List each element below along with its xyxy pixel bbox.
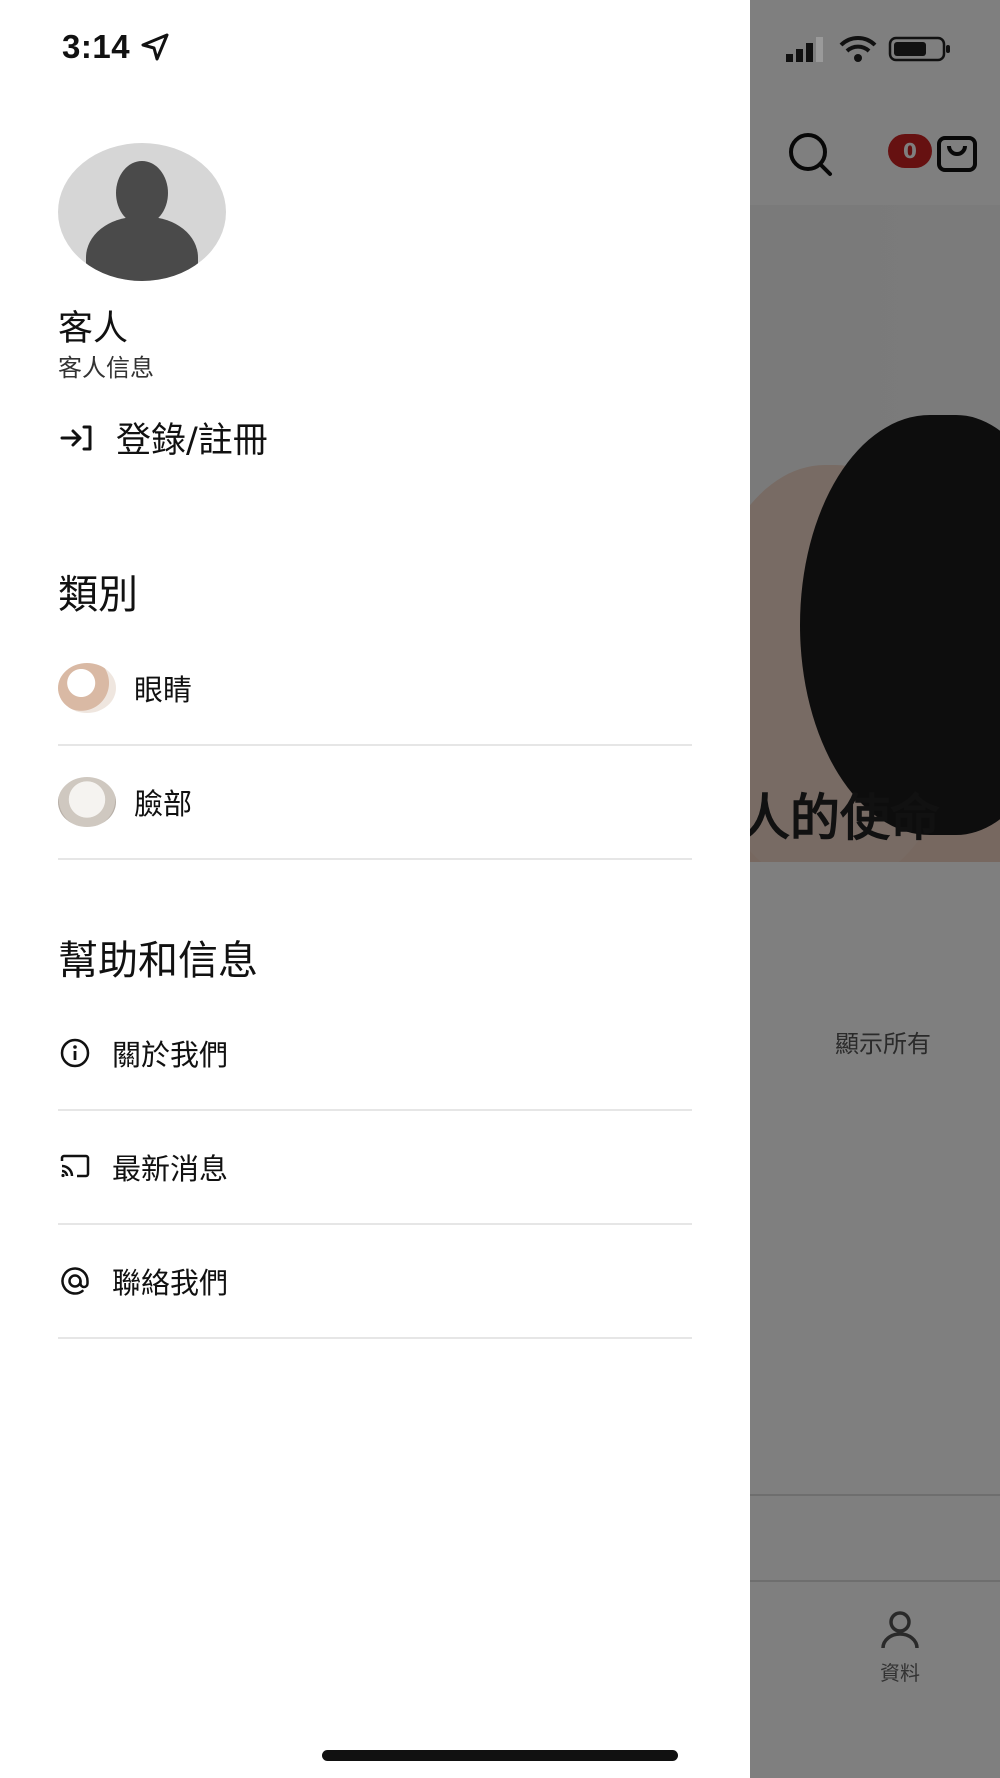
- side-drawer: 3:14 客人 客人信息 登錄/註冊 類別 眼睛 臉部 幫助和信息 關於我們 最…: [0, 0, 750, 1778]
- user-subtitle: 客人信息: [58, 354, 154, 382]
- avatar-head: [116, 161, 168, 225]
- help-item-label: 最新消息: [112, 1152, 229, 1186]
- login-label: 登錄/註冊: [116, 421, 268, 461]
- category-item-eyes[interactable]: 眼睛: [58, 632, 692, 746]
- home-indicator[interactable]: [322, 1750, 678, 1761]
- help-item-about-us[interactable]: 關於我們: [58, 997, 692, 1111]
- login-register-button[interactable]: 登錄/註冊: [58, 412, 268, 463]
- avatar-body: [86, 217, 198, 281]
- location-arrow-icon: [141, 33, 169, 61]
- login-icon: [60, 425, 92, 450]
- category-label: 眼睛: [134, 673, 193, 707]
- category-thumb: [58, 663, 116, 713]
- help-item-news[interactable]: 最新消息: [58, 1111, 692, 1225]
- signal-icon: [786, 37, 823, 62]
- status-time: 3:14: [62, 28, 170, 66]
- categories-title: 類別: [58, 572, 138, 618]
- wifi-icon: [839, 35, 877, 62]
- help-item-label: 關於我們: [112, 1038, 229, 1072]
- avatar[interactable]: [58, 143, 226, 281]
- category-item-face[interactable]: 臉部: [58, 746, 692, 860]
- status-time-text: 3:14: [62, 28, 131, 65]
- category-thumb: [58, 777, 116, 827]
- help-title: 幫助和信息: [58, 938, 258, 984]
- help-item-label: 聯絡我們: [112, 1266, 229, 1300]
- status-icons: [784, 34, 952, 64]
- help-item-contact-us[interactable]: 聯絡我們: [58, 1225, 692, 1339]
- cast-icon: [58, 1153, 92, 1181]
- category-label: 臉部: [134, 787, 193, 821]
- at-icon: [58, 1265, 92, 1297]
- battery-icon: [888, 36, 950, 62]
- user-name: 客人: [58, 309, 129, 349]
- info-icon: [58, 1037, 92, 1069]
